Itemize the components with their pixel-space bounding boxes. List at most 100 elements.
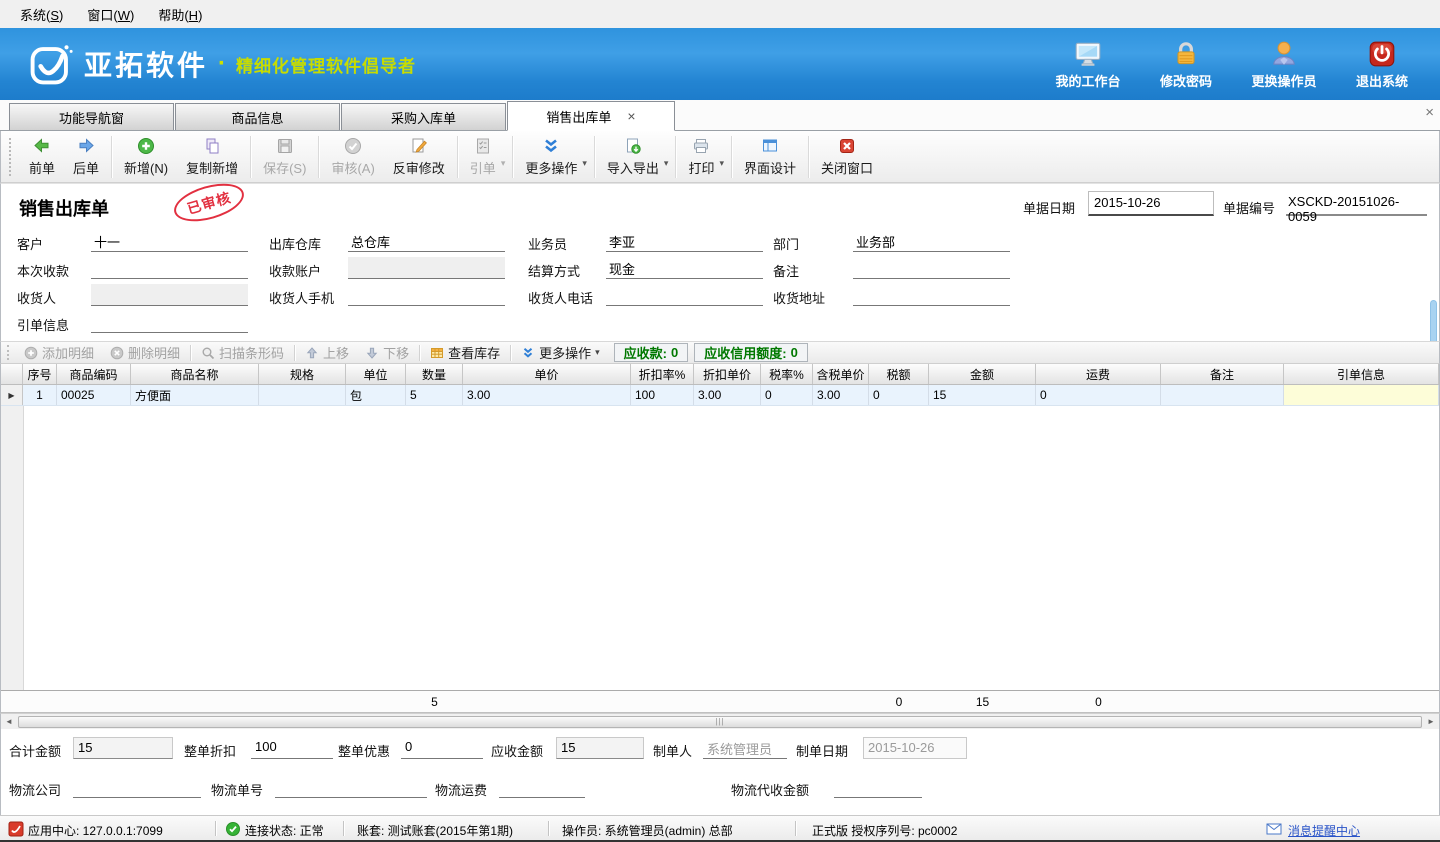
col-header-spec[interactable]: 规格 <box>259 364 346 384</box>
settlement-field[interactable]: 现金 <box>606 257 763 279</box>
workbench-button[interactable]: 我的工作台 <box>1048 39 1128 90</box>
warehouse-field[interactable]: 总仓库 <box>348 230 505 252</box>
next-order-button[interactable]: 后单 <box>64 133 108 180</box>
ui-design-button[interactable]: 界面设计 <box>735 133 805 180</box>
col-header-discount-rate[interactable]: 折扣率% <box>631 364 694 384</box>
col-header-qty[interactable]: 数量 <box>406 364 463 384</box>
cell-code[interactable]: 00025 <box>57 385 131 405</box>
view-stock-button[interactable]: 查看库存 <box>422 343 508 362</box>
tab-product-info[interactable]: 商品信息 <box>175 103 340 130</box>
print-button[interactable]: 打印 <box>679 133 723 180</box>
cell-discount-rate[interactable]: 100 <box>631 385 694 405</box>
copy-new-icon <box>202 136 222 156</box>
col-header-price[interactable]: 单价 <box>463 364 631 384</box>
tab-strip: 功能导航窗 商品信息 采购入库单 销售出库单 × × <box>0 100 1440 131</box>
toolbar-grip[interactable] <box>9 138 12 176</box>
tabstrip-close-icon[interactable]: × <box>1425 104 1434 121</box>
col-header-discount-price[interactable]: 折扣单价 <box>694 364 761 384</box>
cell-name[interactable]: 方便面 <box>131 385 259 405</box>
doc-no-field: XSCKD-20151026-0059 <box>1286 191 1427 216</box>
logistics-cod-field[interactable] <box>834 776 922 798</box>
more-detail-actions-button[interactable]: 更多操作 ▾ <box>513 343 608 362</box>
menu-window[interactable]: 窗口(W) <box>77 0 148 29</box>
consignee-mobile-field[interactable] <box>348 284 505 306</box>
tab-purchase-inbound[interactable]: 采购入库单 <box>341 103 506 130</box>
cell-price[interactable]: 3.00 <box>463 385 631 405</box>
salesman-label: 业务员 <box>528 234 567 253</box>
order-rebate-field[interactable]: 0 <box>401 737 483 759</box>
consignee-phone-field[interactable] <box>606 284 763 306</box>
add-new-button[interactable]: 新增(N) <box>115 133 177 180</box>
horizontal-scrollbar-thumb[interactable]: ||| <box>18 716 1422 728</box>
delivery-address-field[interactable] <box>853 284 1010 306</box>
tab-close-icon[interactable]: × <box>627 108 635 124</box>
doc-date-input[interactable]: 2015-10-26 <box>1088 191 1214 216</box>
col-header-tax[interactable]: 税额 <box>869 364 929 384</box>
summary-freight: 0 <box>1036 691 1161 712</box>
toolbar-separator <box>111 136 112 178</box>
approve-button: 审核(A) <box>322 133 383 180</box>
cell-freight[interactable]: 0 <box>1036 385 1161 405</box>
ref-order-field[interactable] <box>91 311 248 333</box>
message-center-link[interactable]: 消息提醒中心 <box>1288 822 1360 839</box>
col-header-seq[interactable]: 序号 <box>23 364 57 384</box>
order-discount-field[interactable]: 100 <box>251 737 333 759</box>
tab-function-nav[interactable]: 功能导航窗 <box>9 103 174 130</box>
payment-field[interactable] <box>91 257 248 279</box>
col-header-code[interactable]: 商品编码 <box>57 364 131 384</box>
col-header-amount[interactable]: 金额 <box>929 364 1036 384</box>
ref-order-label: 引单信息 <box>17 315 69 334</box>
cell-discount-price[interactable]: 3.00 <box>694 385 761 405</box>
logistics-freight-field[interactable] <box>499 776 585 798</box>
change-password-button[interactable]: 修改密码 <box>1146 39 1226 90</box>
save-button: 保存(S) <box>254 133 315 180</box>
import-export-button[interactable]: 导入导出 <box>598 133 668 180</box>
cell-amount[interactable]: 15 <box>929 385 1036 405</box>
menu-system[interactable]: 系统(S) <box>10 0 77 29</box>
detail-toolbar-grip[interactable] <box>7 345 10 360</box>
logistics-company-field[interactable] <box>73 776 201 798</box>
brand-header: 亚拓软件 · 精细化管理软件倡导者 我的工作台 修改密码 <box>0 28 1440 100</box>
cell-ref[interactable] <box>1284 385 1439 405</box>
customer-field[interactable]: 十一 <box>91 230 248 252</box>
scroll-left-icon[interactable]: ◄ <box>1 717 17 726</box>
salesman-field[interactable]: 李亚 <box>606 230 763 252</box>
remark-field[interactable] <box>853 257 1010 279</box>
cell-tax-incl-price[interactable]: 3.00 <box>813 385 869 405</box>
col-header-freight[interactable]: 运费 <box>1036 364 1161 384</box>
menu-help[interactable]: 帮助(H) <box>148 0 216 29</box>
col-header-unit[interactable]: 单位 <box>346 364 406 384</box>
print-dropdown-icon[interactable]: ▾ <box>719 158 724 169</box>
close-window-button[interactable]: 关闭窗口 <box>812 133 882 180</box>
view-stock-icon <box>430 346 444 360</box>
col-header-remark[interactable]: 备注 <box>1161 364 1284 384</box>
import-export-icon <box>623 136 643 156</box>
cell-qty[interactable]: 5 <box>406 385 463 405</box>
col-header-tax-rate[interactable]: 税率% <box>761 364 813 384</box>
prev-order-button[interactable]: 前单 <box>20 133 64 180</box>
col-header-tax-incl-price[interactable]: 含税单价 <box>813 364 869 384</box>
more-actions-dropdown-icon[interactable]: ▾ <box>582 158 587 169</box>
scroll-right-icon[interactable]: ► <box>1423 717 1439 726</box>
logistics-no-field[interactable] <box>275 776 427 798</box>
cell-tax[interactable]: 0 <box>869 385 929 405</box>
cell-tax-rate[interactable]: 0 <box>761 385 813 405</box>
exit-system-button[interactable]: 退出系统 <box>1342 39 1422 90</box>
receivable-amount-label: 应收金额 <box>491 741 543 760</box>
toolbar-separator <box>318 136 319 178</box>
cell-seq[interactable]: 1 <box>23 385 57 405</box>
pull-order-button: 引单 <box>461 133 505 180</box>
grid-data-row[interactable]: ▶ 1 00025 方便面 包 5 3.00 100 3.00 0 3.00 0… <box>1 385 1439 406</box>
cell-remark[interactable] <box>1161 385 1284 405</box>
cell-spec[interactable] <box>259 385 346 405</box>
unapprove-edit-button[interactable]: 反审修改 <box>384 133 454 180</box>
col-header-name[interactable]: 商品名称 <box>131 364 259 384</box>
department-field[interactable]: 业务部 <box>853 230 1010 252</box>
copy-new-button[interactable]: 复制新增 <box>177 133 247 180</box>
tab-sales-outbound[interactable]: 销售出库单 × <box>507 101 675 131</box>
import-export-dropdown-icon[interactable]: ▾ <box>664 158 669 169</box>
switch-operator-button[interactable]: 更换操作员 <box>1244 39 1324 90</box>
cell-unit[interactable]: 包 <box>346 385 406 405</box>
more-actions-button[interactable]: 更多操作 <box>516 133 586 180</box>
col-header-ref[interactable]: 引单信息 <box>1284 364 1439 384</box>
